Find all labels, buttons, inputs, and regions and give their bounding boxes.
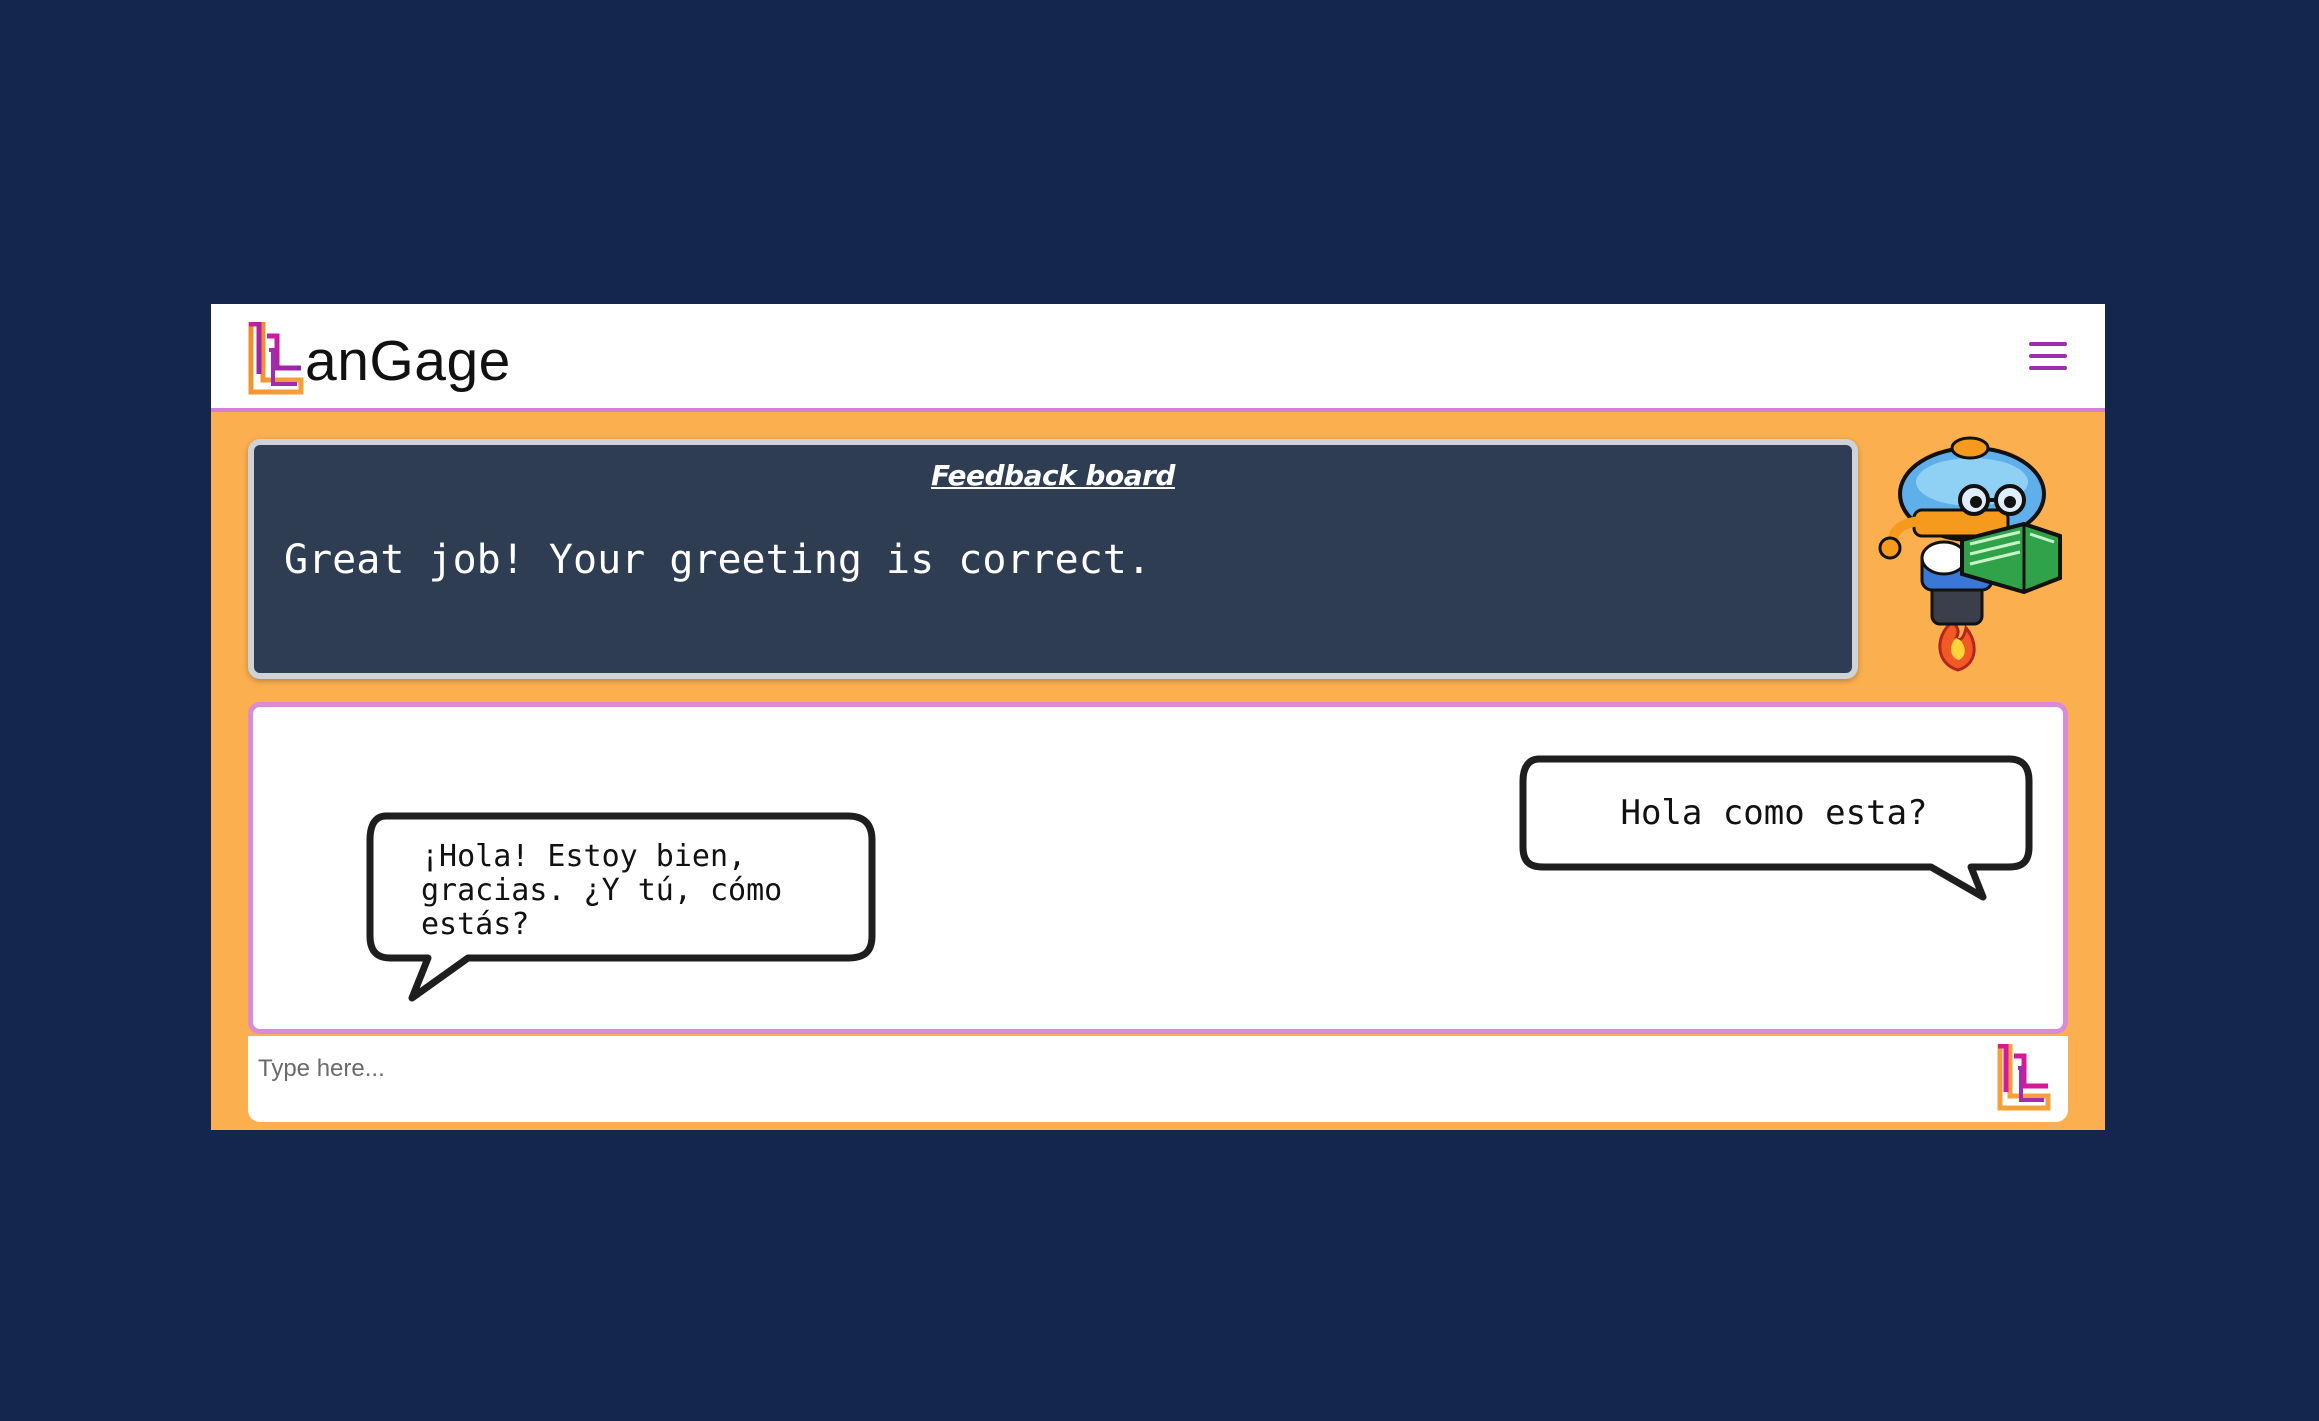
navbar: anGage — [211, 304, 2105, 412]
langage-l-logo-icon — [248, 322, 304, 395]
message-text: Hola como esta? — [1620, 793, 1928, 833]
send-logo-icon[interactable] — [1996, 1043, 2052, 1112]
chat-message-received: ¡Hola! Estoy bien, gracias. ¿Y tú, cómo … — [366, 812, 876, 1010]
robot-reading-book-mascot — [1874, 432, 2070, 682]
feedback-message: Great job! Your greeting is correct. — [284, 537, 1151, 583]
brand-logo[interactable]: anGage — [247, 318, 511, 396]
message-input[interactable] — [256, 1048, 1960, 1090]
chat-panel: ¡Hola! Estoy bien, gracias. ¿Y tú, cómo … — [248, 702, 2068, 1034]
message-input-bar — [248, 1036, 2068, 1122]
feedback-title: Feedback board — [931, 459, 1175, 492]
brand-name: anGage — [305, 329, 511, 393]
menu-bar — [2029, 354, 2067, 358]
menu-bar — [2029, 366, 2067, 370]
hamburger-menu-icon[interactable] — [2027, 336, 2071, 376]
menu-bar — [2029, 342, 2067, 346]
chat-message-sent: Hola como esta? — [1519, 755, 2035, 905]
app-window: anGage Feedback board Great job! Your gr… — [211, 304, 2105, 1130]
feedback-board: Feedback board Great job! Your greeting … — [248, 439, 1858, 679]
message-text: ¡Hola! Estoy bien, gracias. ¿Y tú, cómo … — [421, 839, 783, 942]
